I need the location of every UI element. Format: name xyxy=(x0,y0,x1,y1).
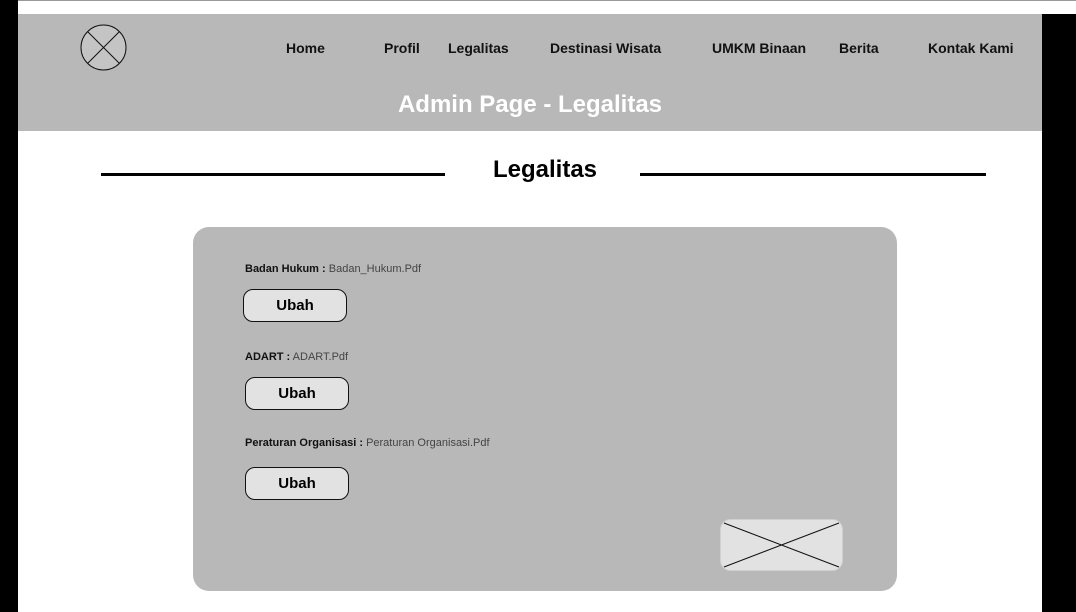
change-badan-hukum-button[interactable]: Ubah xyxy=(243,289,347,322)
change-adart-button[interactable]: Ubah xyxy=(245,377,349,410)
document-label: Badan Hukum : xyxy=(245,263,326,275)
nav-home[interactable]: Home xyxy=(286,40,325,56)
section-divider-left xyxy=(101,173,445,176)
document-label: Peraturan Organisasi : xyxy=(245,437,363,449)
header: Home Profil Legalitas Destinasi Wisata U… xyxy=(18,14,1042,131)
document-filename: ADART.Pdf xyxy=(292,351,349,363)
change-peraturan-organisasi-button[interactable]: Ubah xyxy=(245,467,349,500)
section-title: Legalitas xyxy=(492,156,598,183)
document-filename: Badan_Hukum.Pdf xyxy=(328,263,422,275)
image-placeholder-icon[interactable] xyxy=(720,519,843,571)
left-border xyxy=(0,0,18,612)
top-edge xyxy=(18,0,1076,14)
document-item-badan-hukum: Badan Hukum : Badan_Hukum.Pdf xyxy=(245,263,421,275)
section-divider-right xyxy=(640,173,986,176)
logo-placeholder-icon[interactable] xyxy=(80,24,127,71)
document-label: ADART : xyxy=(245,351,291,363)
nav-berita[interactable]: Berita xyxy=(839,40,879,56)
nav-umkm-binaan[interactable]: UMKM Binaan xyxy=(712,40,806,56)
legal-documents-card: Badan Hukum : Badan_Hukum.Pdf Ubah ADART… xyxy=(193,227,897,591)
page-title: Admin Page - Legalitas xyxy=(397,91,663,118)
nav-profil[interactable]: Profil xyxy=(384,40,420,56)
document-item-adart: ADART : ADART.Pdf xyxy=(245,351,348,363)
right-border xyxy=(1042,14,1076,612)
nav-kontak-kami[interactable]: Kontak Kami xyxy=(928,40,1014,56)
document-filename: Peraturan Organisasi.Pdf xyxy=(366,437,490,449)
nav-legalitas[interactable]: Legalitas xyxy=(448,40,509,56)
document-item-peraturan-organisasi: Peraturan Organisasi : Peraturan Organis… xyxy=(245,437,490,449)
nav-destinasi-wisata[interactable]: Destinasi Wisata xyxy=(550,40,661,56)
